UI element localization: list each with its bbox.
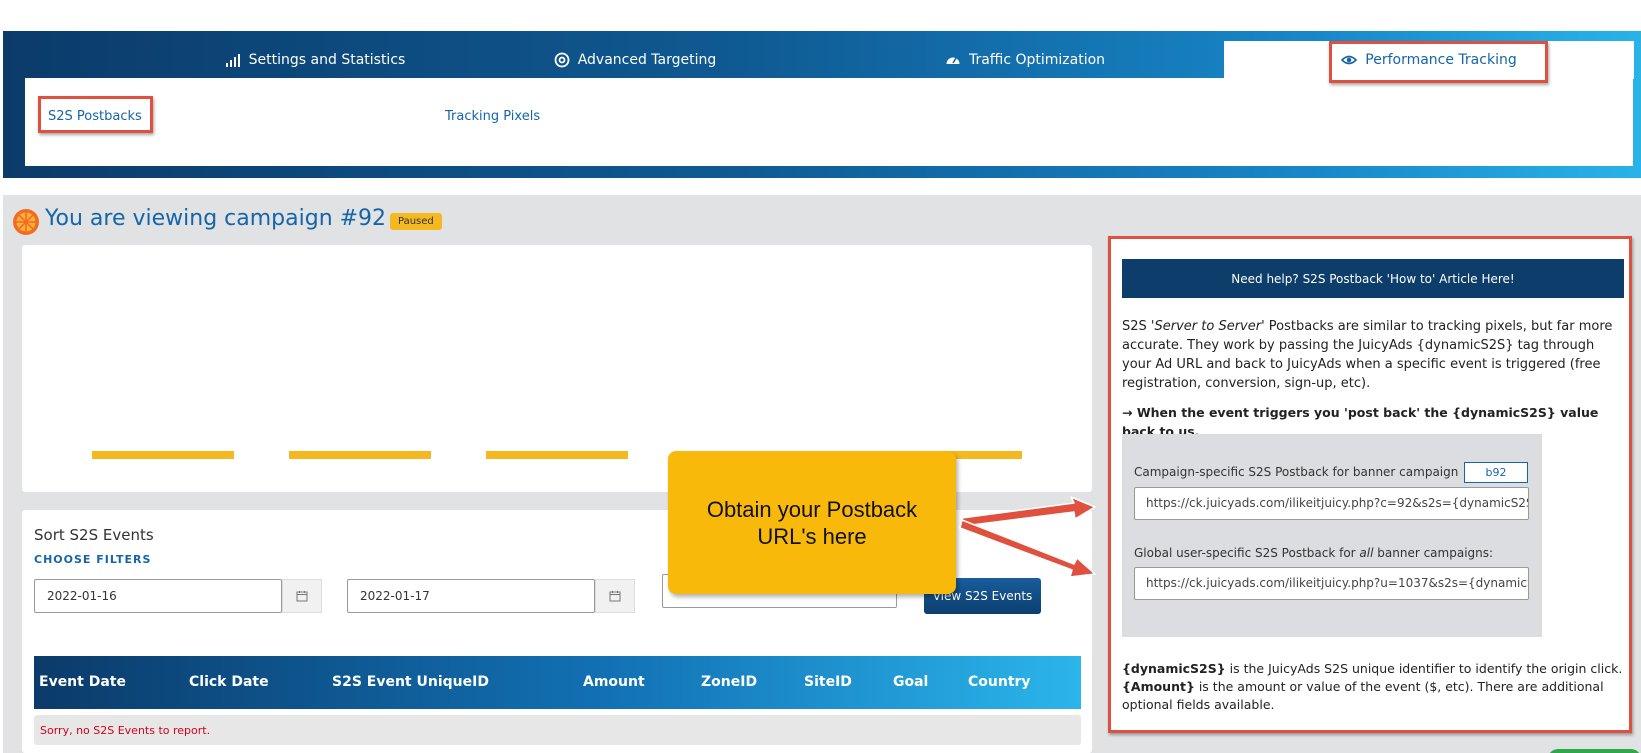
- section-title: Sort S2S Events: [34, 526, 154, 544]
- subtab-tracking-pixels[interactable]: Tracking Pixels: [445, 109, 540, 124]
- column-header[interactable]: Event Date: [39, 674, 126, 690]
- column-header[interactable]: ZoneID: [701, 674, 757, 690]
- chart-bar: [289, 451, 431, 459]
- chart-bar: [92, 451, 234, 459]
- subtab-panel: [25, 78, 1633, 166]
- orange-logo-icon: [13, 209, 39, 235]
- choose-filters-label: CHOOSE FILTERS: [34, 553, 152, 566]
- page-title: You are viewing campaign #92: [45, 206, 387, 231]
- calendar-button[interactable]: [595, 579, 635, 613]
- postback-callout: Obtain your Postback URL's here: [668, 451, 956, 594]
- tab-label: Traffic Optimization: [968, 52, 1106, 68]
- chart-bar: [486, 451, 628, 459]
- column-header[interactable]: Country: [968, 674, 1031, 690]
- tab-advanced-targeting[interactable]: Advanced Targeting: [420, 41, 850, 79]
- calendar-button[interactable]: [282, 579, 322, 613]
- empty-table-message: Sorry, no S2S Events to report.: [34, 715, 1081, 745]
- date-from-input[interactable]: 2022-01-16: [34, 579, 282, 613]
- highlight-s2s-postbacks: [38, 96, 153, 133]
- calendar-icon: [609, 591, 621, 602]
- column-header[interactable]: Click Date: [189, 674, 269, 690]
- column-header[interactable]: Amount: [583, 674, 645, 690]
- highlight-postback-panel: [1108, 236, 1632, 733]
- column-header[interactable]: SiteID: [804, 674, 852, 690]
- date-to-input[interactable]: 2022-01-17: [347, 579, 595, 613]
- speedometer-icon: [946, 57, 960, 64]
- tab-label: Settings and Statistics: [248, 52, 406, 68]
- calendar-icon: [296, 591, 308, 602]
- tab-label: Advanced Targeting: [577, 52, 717, 68]
- target-icon: [554, 52, 570, 68]
- status-badge: Paused: [390, 213, 442, 230]
- corner-button[interactable]: [1548, 749, 1641, 753]
- signal-bars-icon: [225, 54, 240, 67]
- column-header[interactable]: S2S Event UniqueID: [332, 674, 489, 690]
- column-header[interactable]: Goal: [893, 674, 928, 690]
- tab-traffic-optimization[interactable]: Traffic Optimization: [830, 41, 1220, 79]
- highlight-performance-tracking: [1329, 41, 1548, 83]
